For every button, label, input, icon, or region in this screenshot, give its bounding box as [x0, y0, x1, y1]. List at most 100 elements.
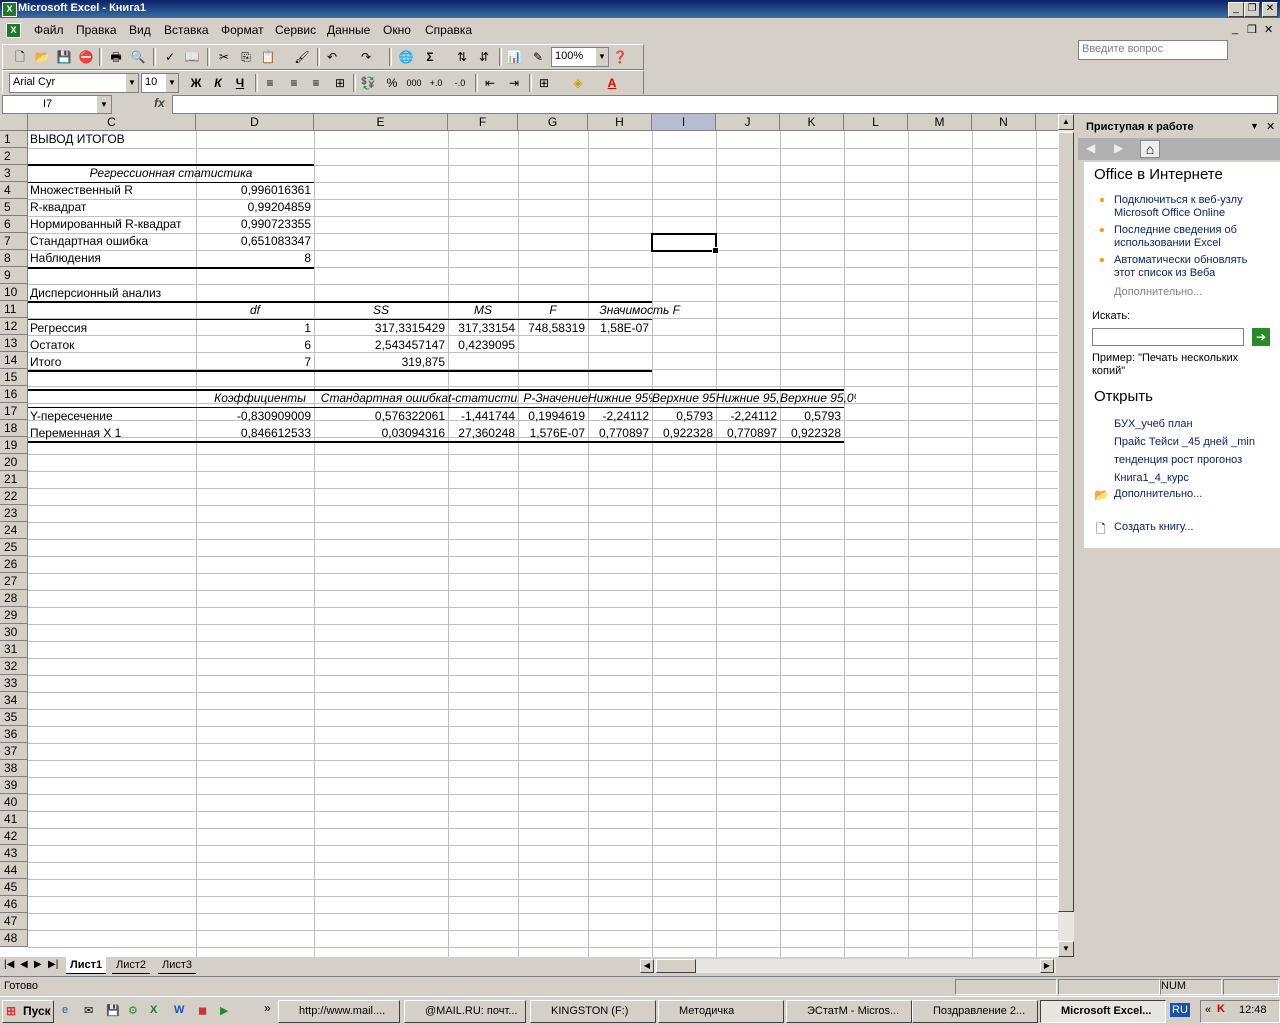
decrease-decimal-icon[interactable]: -.0	[451, 74, 469, 92]
font-size-select[interactable]: 10 ▼	[141, 73, 179, 93]
row-header[interactable]: 1	[0, 131, 28, 148]
prev-sheet-icon[interactable]: ◀	[20, 959, 28, 970]
column-header-d[interactable]: D	[196, 114, 314, 131]
reg-stat-header[interactable]: Регрессионная статистика	[28, 165, 314, 182]
column-header-m[interactable]: M	[908, 114, 972, 131]
increase-indent-icon[interactable]: ⇥	[505, 74, 523, 92]
anova-df[interactable]: 1	[196, 320, 311, 337]
row-header[interactable]: 35	[0, 709, 28, 726]
last-sheet-icon[interactable]: ▶|	[48, 959, 58, 970]
anova-df[interactable]: 7	[196, 354, 311, 371]
scroll-down-icon[interactable]: ▼	[1058, 941, 1074, 957]
chevron-down-icon[interactable]: ▼	[166, 74, 178, 92]
row-header[interactable]: 13	[0, 335, 28, 352]
taskbar-button[interactable]: Поздравление 2...	[912, 1000, 1038, 1023]
coef-header[interactable]: t-статистика	[448, 390, 518, 407]
sheet-tab-1[interactable]: Лист1	[66, 957, 107, 974]
close-icon[interactable]: ✕	[1266, 120, 1275, 133]
menu-file[interactable]: Файл	[34, 23, 64, 37]
fill-handle[interactable]	[712, 247, 719, 254]
open-icon[interactable]: 📂	[33, 48, 51, 66]
row-header[interactable]: 33	[0, 675, 28, 692]
row-header[interactable]: 25	[0, 539, 28, 556]
spelling-icon[interactable]: ✓	[161, 48, 179, 66]
menu-edit[interactable]: Правка	[76, 23, 117, 37]
menu-format[interactable]: Формат	[221, 23, 264, 37]
research-icon[interactable]: 📖	[183, 48, 201, 66]
chevron-left-icon[interactable]: «	[1205, 1004, 1211, 1016]
print-icon[interactable]: 🖶	[107, 48, 125, 66]
anova-sig[interactable]: 1,58E-07	[588, 320, 649, 337]
coef-value[interactable]: 0,03094316	[314, 425, 445, 442]
name-box[interactable]: I7 ▼	[2, 95, 112, 114]
coef-label[interactable]: Переменная X 1	[30, 425, 196, 442]
column-header-k[interactable]: K	[780, 114, 844, 131]
anova-header-df[interactable]: df	[196, 302, 314, 319]
help-icon[interactable]: ❓	[611, 48, 629, 66]
anova-header-ms[interactable]: MS	[448, 302, 518, 319]
row-header[interactable]: 26	[0, 556, 28, 573]
online-link[interactable]: Автоматически обновлять этот список из В…	[1114, 254, 1264, 280]
scroll-thumb[interactable]	[1058, 132, 1074, 912]
recent-file[interactable]: Прайс Тейси _45 дней _min	[1114, 436, 1255, 449]
row-header[interactable]: 27	[0, 573, 28, 590]
coef-value[interactable]: 0,1994619	[518, 408, 585, 425]
reg-stat-value[interactable]: 0,990723355	[196, 216, 311, 233]
online-link[interactable]: Подключиться к веб-узлу Microsoft Office…	[1114, 194, 1264, 220]
row-header[interactable]: 9	[0, 267, 28, 284]
row-header[interactable]: 5	[0, 199, 28, 216]
row-header[interactable]: 2	[0, 148, 28, 165]
column-header-j[interactable]: J	[716, 114, 780, 131]
help-search-input[interactable]: Введите вопрос	[1078, 40, 1228, 60]
tool-icon[interactable]: ⚙	[128, 1004, 142, 1018]
anova-df[interactable]: 6	[196, 337, 311, 354]
online-more-link[interactable]: Дополнительно...	[1114, 286, 1202, 299]
row-header[interactable]: 43	[0, 845, 28, 862]
chevron-down-icon[interactable]: ▼	[1250, 121, 1259, 131]
cut-icon[interactable]: ✂	[215, 48, 233, 66]
redo-icon[interactable]: ↷	[357, 48, 375, 66]
doc-restore-button[interactable]: ❐	[1247, 23, 1257, 36]
language-indicator[interactable]: RU	[1170, 1003, 1190, 1017]
row-header[interactable]: 36	[0, 726, 28, 743]
coef-header[interactable]: Нижние 95%	[588, 390, 652, 407]
bold-button[interactable]: Ж	[187, 74, 205, 92]
coef-header[interactable]: P-Значение	[518, 390, 588, 407]
home-icon[interactable]: ⌂	[1140, 140, 1160, 158]
column-header-c[interactable]: C	[28, 114, 196, 131]
taskbar-button[interactable]: ЭСтатМ - Micros...	[786, 1000, 912, 1023]
row-header[interactable]: 29	[0, 607, 28, 624]
coef-value[interactable]: 27,360248	[448, 425, 515, 442]
menu-tools[interactable]: Сервис	[275, 23, 316, 37]
row-header[interactable]: 24	[0, 522, 28, 539]
forward-icon[interactable]: ▶	[1114, 141, 1123, 155]
anova-header-ss[interactable]: SS	[314, 302, 448, 319]
reg-stat-label[interactable]: Стандартная ошибка	[30, 233, 196, 250]
reg-stat-value[interactable]: 0,996016361	[196, 182, 311, 199]
fx-icon[interactable]: fx	[154, 96, 165, 110]
row-header[interactable]: 20	[0, 454, 28, 471]
coef-value[interactable]: 0,5793	[780, 408, 841, 425]
sort-descending-icon[interactable]: ⇵	[475, 48, 493, 66]
paste-icon[interactable]: 📋	[259, 48, 277, 66]
menu-view[interactable]: Вид	[129, 23, 151, 37]
align-center-icon[interactable]: ≡	[285, 74, 303, 92]
coef-value[interactable]: 0,846612533	[196, 425, 311, 442]
row-header[interactable]: 31	[0, 641, 28, 658]
row-header[interactable]: 14	[0, 352, 28, 369]
copy-icon[interactable]: ⎘	[237, 48, 255, 66]
output-title[interactable]: ВЫВОД ИТОГОВ	[30, 131, 196, 148]
reg-stat-value[interactable]: 8	[196, 250, 311, 267]
align-left-icon[interactable]: ≡	[261, 74, 279, 92]
anova-ms[interactable]: 317,33154	[448, 320, 515, 337]
next-sheet-icon[interactable]: ▶	[34, 959, 42, 970]
coef-value[interactable]: 1,576E-07	[518, 425, 585, 442]
row-header[interactable]: 17	[0, 403, 28, 420]
coef-value[interactable]: 0,922328	[780, 425, 841, 442]
new-icon[interactable]: 🗋	[11, 48, 29, 66]
chevron-down-icon[interactable]: ▼	[126, 74, 138, 92]
create-workbook-link[interactable]: Создать книгу...	[1114, 521, 1193, 534]
align-right-icon[interactable]: ≡	[307, 74, 325, 92]
document-icon[interactable]: X	[6, 23, 21, 38]
column-header-n[interactable]: N	[972, 114, 1036, 131]
